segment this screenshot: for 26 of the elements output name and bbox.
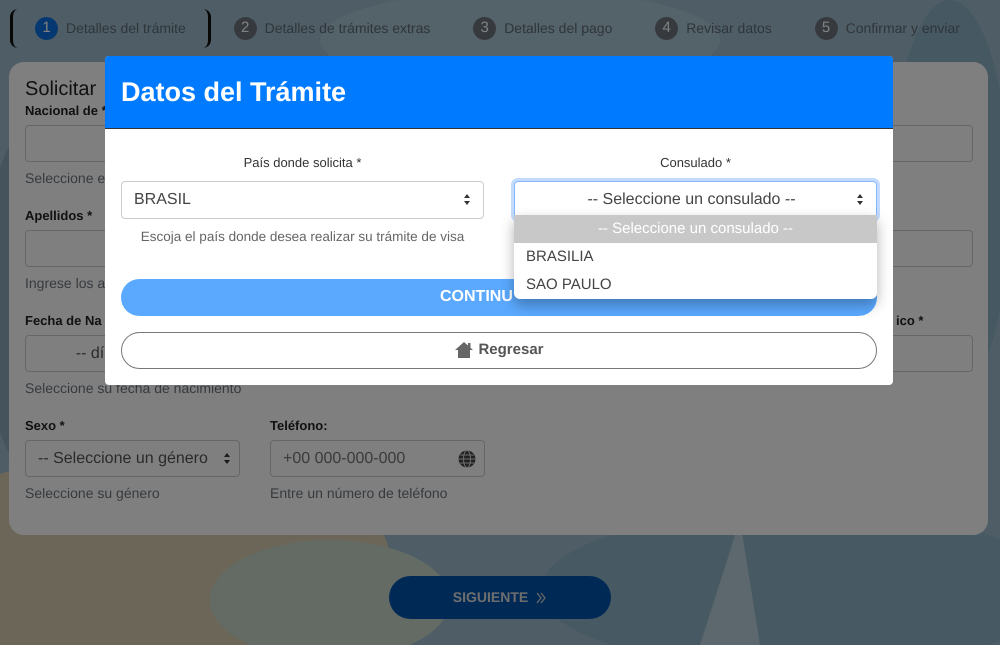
form-title: Solicitar (25, 78, 96, 100)
next-button[interactable]: SIGUIENTE (389, 576, 611, 619)
dropdown-arrow-icon (856, 193, 864, 206)
select-field[interactable]: -- Seleccione un género (25, 440, 240, 477)
globe-icon (457, 449, 477, 469)
dropdown-option[interactable]: BRASILIA (514, 243, 877, 271)
dropdown-arrow-icon (463, 193, 471, 206)
help-text: Seleccione e (25, 170, 106, 186)
field-label: Sexo * (25, 418, 65, 434)
field-label: Fecha de Na (25, 313, 102, 329)
dropdown-arrow-icon (223, 452, 231, 465)
help-text: Escoja el país donde desea realizar su trámite de visa (140, 228, 466, 246)
home-icon (454, 341, 474, 360)
field-label: Consulado * (659, 154, 732, 172)
help-text: Seleccione su género (25, 485, 160, 501)
field-label: Apellidos * (25, 208, 92, 224)
help-text: Ingrese los a (25, 275, 106, 291)
double-chevron-icon (536, 592, 548, 604)
phone-field[interactable]: +00 000-000-000 (270, 440, 485, 477)
field-label: ico * (896, 313, 924, 329)
back-button[interactable]: Regresar (121, 332, 877, 369)
field-label: Teléfono: (270, 418, 328, 434)
modal-title: Datos del Trámite (121, 76, 346, 109)
select-field[interactable]: BRASIL (121, 180, 484, 218)
field-label: País donde solicita * (242, 154, 362, 172)
help-text: Entre un número de teléfono (270, 485, 448, 501)
